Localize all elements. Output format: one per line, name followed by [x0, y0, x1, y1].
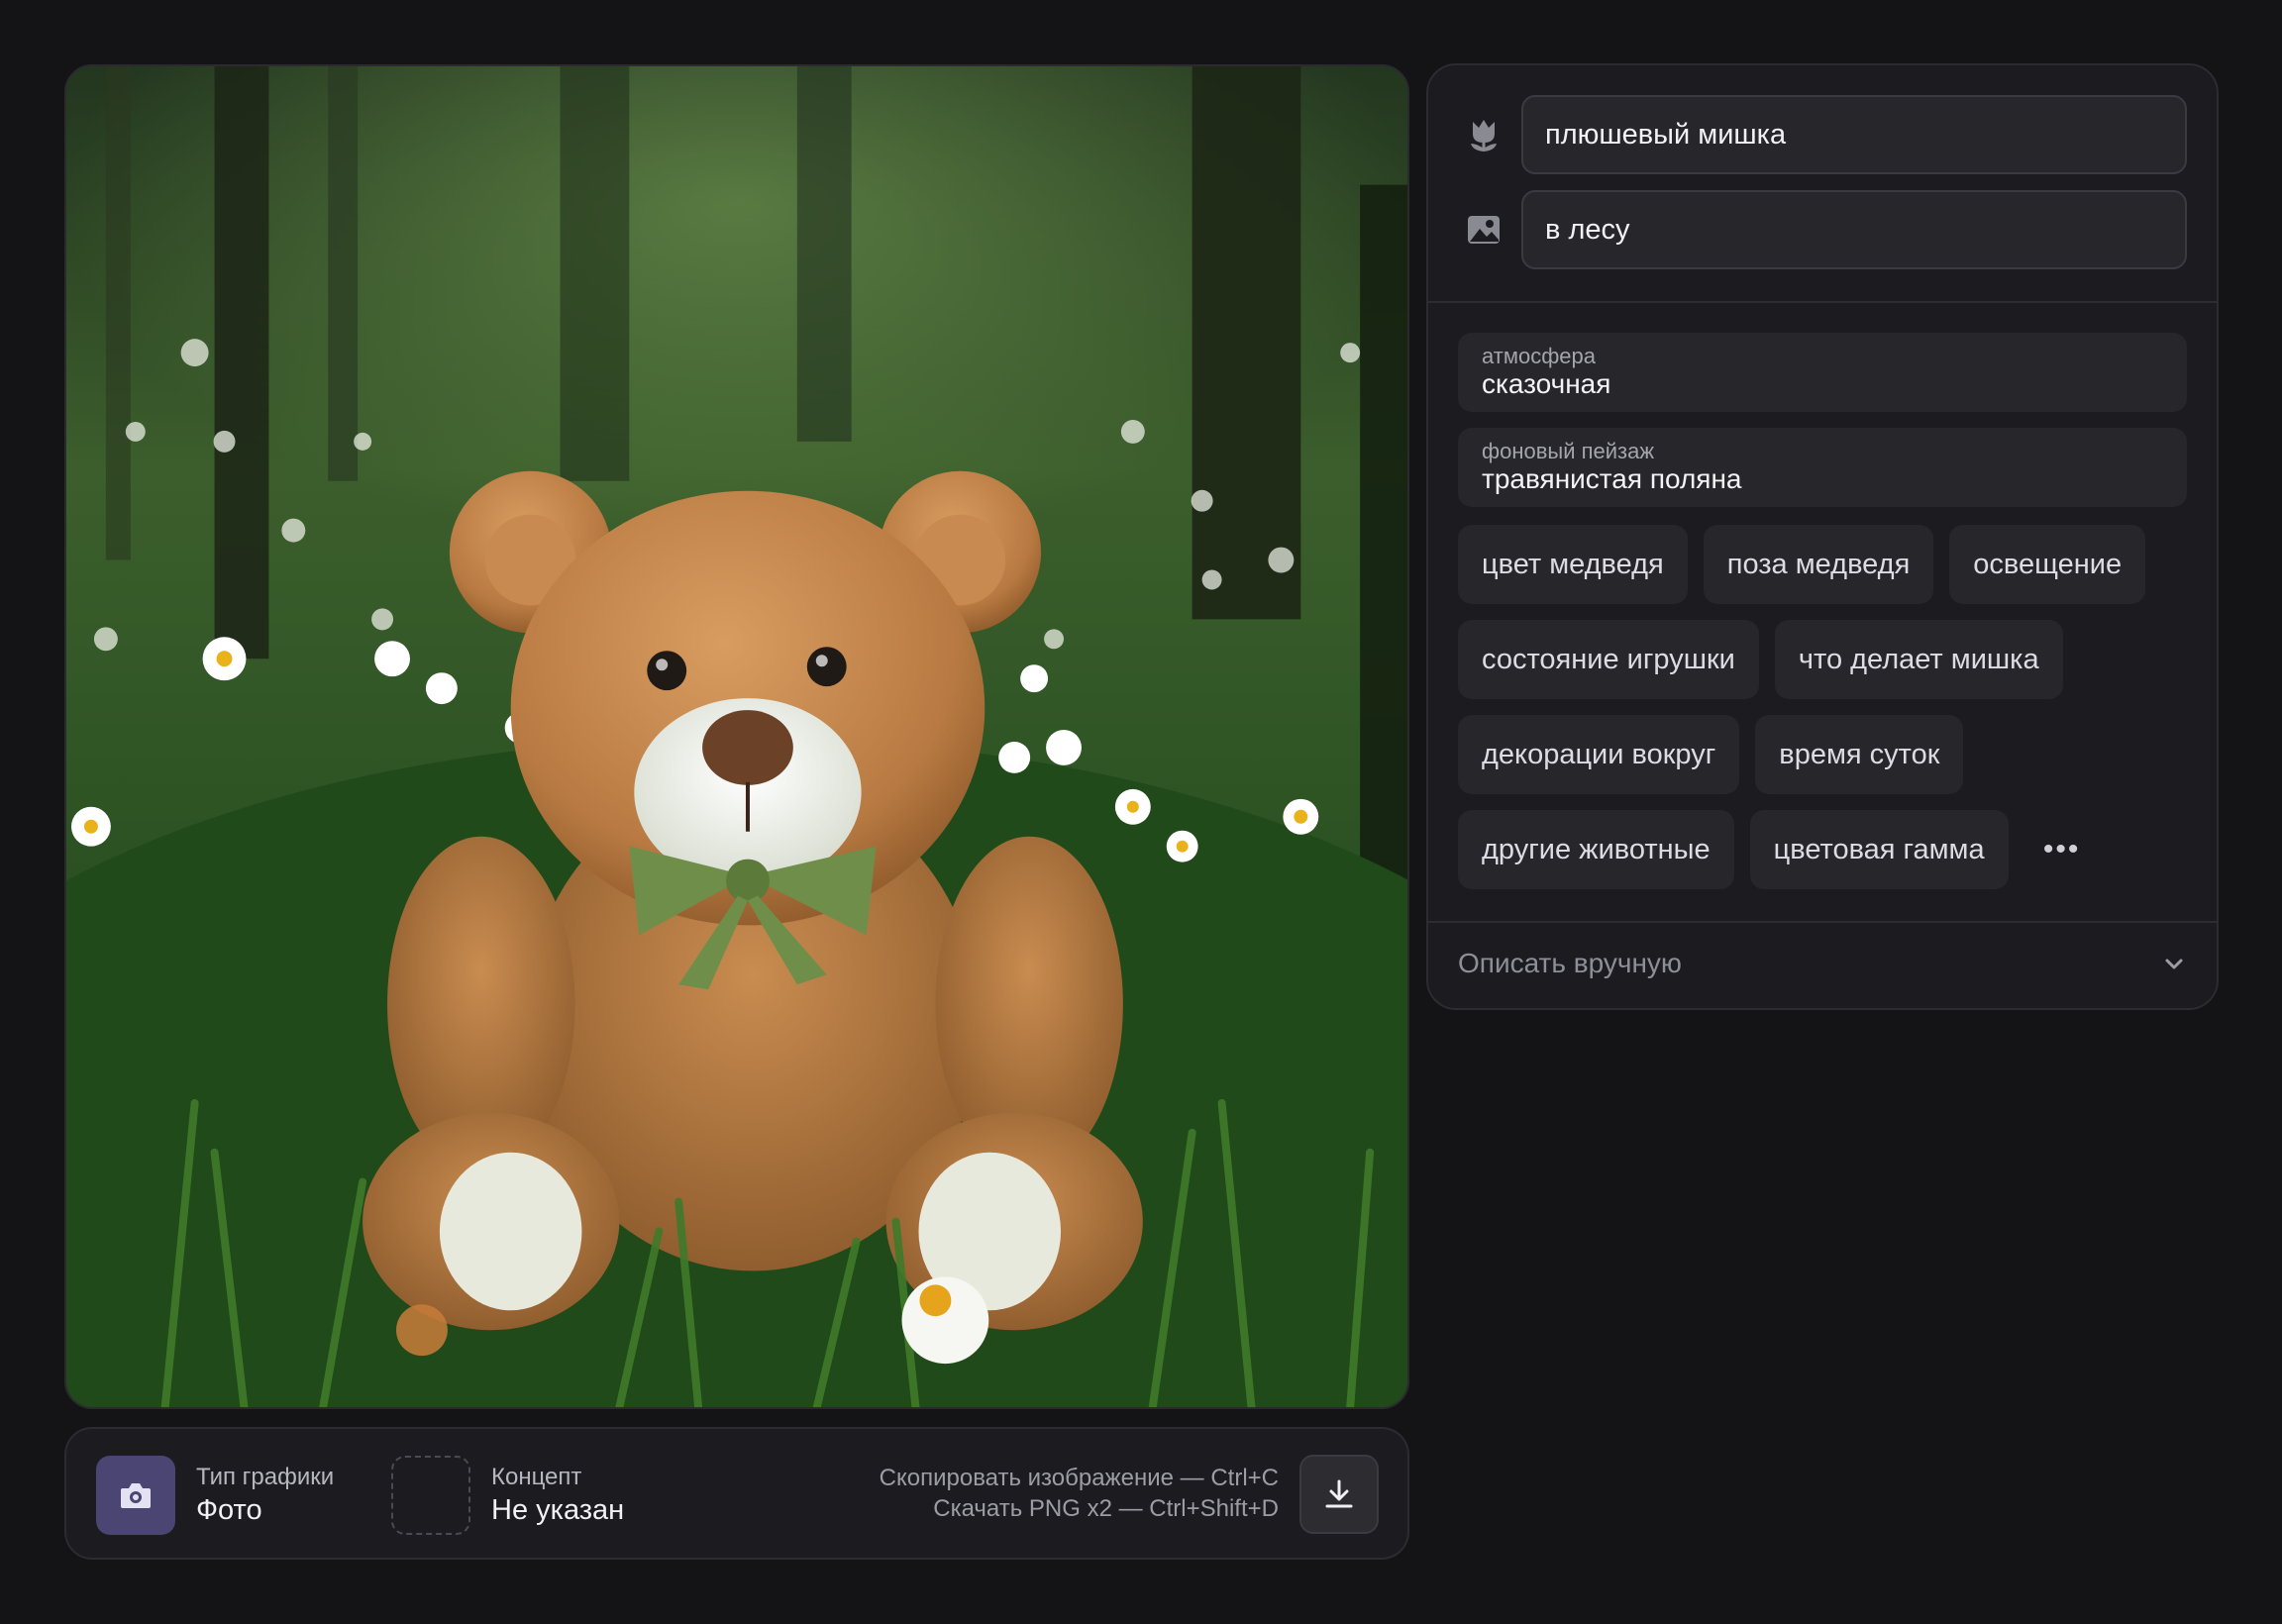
chip-bear-color[interactable]: цвет медведя — [1458, 525, 1688, 604]
concept-value: Не указан — [491, 1494, 625, 1526]
image-info-bar: Тип графики Фото Концепт Не указан Скопи… — [64, 1427, 1409, 1560]
background-landscape-value: травянистая поляна — [1482, 463, 1742, 494]
camera-icon — [121, 1483, 151, 1508]
chip-toy-condition[interactable]: состояние игрушки — [1458, 620, 1759, 699]
graphic-type-value: Фото — [196, 1494, 262, 1526]
download-icon — [1325, 1479, 1353, 1508]
chip-color-palette[interactable]: цветовая гамма — [1749, 810, 2009, 889]
graphic-type-info: Тип графики Фото — [196, 1463, 334, 1528]
attribute-chips: цвет медведя поза медведя освещение сост… — [1458, 525, 2191, 889]
copy-shortcut-hint: Скопировать изображение — Ctrl+C — [879, 1465, 1279, 1491]
chip-bear-pose[interactable]: поза медведя — [1703, 525, 1934, 604]
subject-input[interactable]: плюшевый мишка — [1521, 95, 2187, 174]
scene-input[interactable]: в лесу — [1521, 190, 2187, 269]
chip-time-of-day[interactable]: время суток — [1755, 715, 1964, 794]
download-shortcut-hint: Скачать PNG x2 — Ctrl+Shift+D — [933, 1495, 1279, 1522]
scene-row: в лесу — [1428, 190, 2217, 269]
teddy-bear-photo — [66, 66, 1407, 1407]
background-landscape-label: фоновый пейзаж — [1482, 439, 1655, 463]
background-landscape-field[interactable]: фоновый пейзаж травянистая поляна — [1458, 428, 2187, 507]
concept-label: Концепт — [491, 1464, 582, 1490]
shortcut-hints: Скопировать изображение — Ctrl+C Скачать… — [880, 1463, 1279, 1524]
atmosphere-field[interactable]: атмосфера сказочная — [1458, 333, 2187, 412]
tulip-icon — [1464, 115, 1504, 154]
download-button[interactable] — [1299, 1455, 1379, 1534]
subject-row: плюшевый мишка — [1428, 95, 2217, 174]
chip-lighting[interactable]: освещение — [1949, 525, 2146, 604]
atmosphere-label: атмосфера — [1482, 344, 1596, 368]
generated-image — [64, 64, 1409, 1409]
chip-other-animals[interactable]: другие животные — [1458, 810, 1734, 889]
chevron-down-icon — [2165, 959, 2183, 969]
prompt-panel: плюшевый мишка в лесу атмосфера сказочна… — [1426, 63, 2219, 1010]
divider — [1428, 301, 2217, 303]
graphic-type-label: Тип графики — [196, 1464, 335, 1490]
chip-bear-activity[interactable]: что делает мишка — [1774, 620, 2063, 699]
atmosphere-value: сказочная — [1482, 368, 1611, 399]
manual-describe-label: Описать вручную — [1458, 948, 1682, 978]
graphic-type-button[interactable] — [96, 1456, 175, 1535]
concept-button[interactable] — [391, 1456, 470, 1535]
concept-info: Концепт Не указан — [491, 1463, 624, 1528]
chip-decorations[interactable]: декорации вокруг — [1458, 715, 1740, 794]
manual-describe-toggle[interactable]: Описать вручную — [1428, 919, 2217, 1008]
image-icon — [1464, 210, 1504, 250]
more-options-button[interactable]: ••• — [2024, 810, 2100, 889]
